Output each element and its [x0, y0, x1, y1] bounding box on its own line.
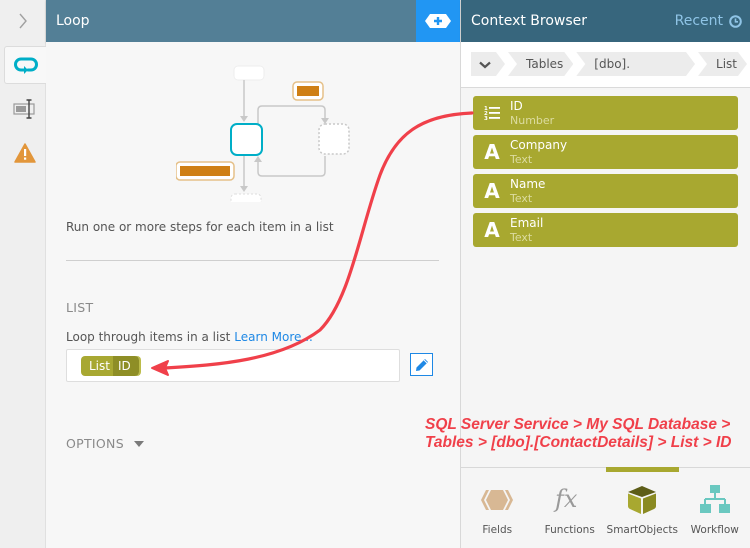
field-list: 1 2 3 ID Number A Company Text A Name Te… — [473, 96, 738, 252]
annotation-path-text: SQL Server Service > My SQL Database > T… — [425, 416, 732, 451]
list-id-token[interactable]: List ID — [81, 356, 139, 376]
field-name: Email — [510, 216, 544, 230]
section-divider — [66, 260, 439, 261]
fx-icon: fx — [553, 485, 578, 513]
breadcrumb: Tables [dbo].[Contact... List — [471, 52, 750, 76]
field-item-id[interactable]: 1 2 3 ID Number — [473, 96, 738, 130]
tab-label: Functions — [544, 524, 595, 536]
rail-tab-loop[interactable] — [4, 46, 47, 84]
rail-tab-input[interactable] — [4, 90, 46, 128]
list-field-label: Loop through items in a list Learn More..… — [66, 330, 313, 344]
field-type: Text — [510, 192, 533, 205]
loop-diagram-illustration — [176, 65, 350, 202]
field-name: ID — [510, 99, 523, 113]
list-section-title: LIST — [66, 300, 94, 315]
loop-panel-header: Loop — [46, 0, 416, 42]
field-type: Text — [510, 153, 533, 166]
list-input[interactable]: List ID — [66, 349, 400, 382]
field-type: Number — [510, 114, 555, 127]
field-item-email[interactable]: A Email Text — [473, 213, 738, 247]
workflow-icon — [699, 485, 730, 513]
loop-icon — [14, 57, 38, 74]
app-root: Loop Run one or more steps for each item… — [0, 0, 750, 548]
breadcrumb-bar: Tables [dbo].[Contact... List — [461, 42, 750, 88]
svg-text:fx: fx — [553, 485, 578, 513]
field-item-company[interactable]: A Company Text — [473, 135, 738, 169]
context-browser-tabs: Fields fx Functions SmartObjects Workflo… — [461, 467, 750, 548]
list-field-label-text: Loop through items in a list — [66, 330, 231, 344]
breadcrumb-item[interactable]: Tables — [508, 52, 573, 76]
tab-fields[interactable]: Fields — [461, 468, 534, 548]
tab-workflow[interactable]: Workflow — [679, 468, 750, 548]
fields-icon — [481, 490, 514, 510]
warning-icon — [14, 143, 36, 163]
tab-smartobjects[interactable]: SmartObjects — [606, 467, 679, 548]
options-toggle[interactable]: OPTIONS — [66, 436, 144, 451]
tab-label: Fields — [482, 524, 513, 536]
recent-label: Recent — [674, 13, 723, 29]
field-name: Name — [510, 177, 546, 191]
recent-button[interactable]: Recent — [675, 0, 742, 42]
context-browser: Context Browser Recent Tables [dbo].[Con… — [460, 0, 750, 548]
edit-list-button[interactable] — [410, 353, 433, 376]
expand-rail-button[interactable] — [0, 0, 46, 42]
clock-icon — [729, 14, 742, 28]
tab-label: SmartObjects — [606, 524, 678, 536]
text-icon: A — [484, 179, 500, 203]
learn-more-link[interactable]: Learn More... — [234, 330, 313, 344]
add-step-button[interactable] — [416, 0, 460, 42]
breadcrumb-dropdown[interactable] — [471, 52, 505, 76]
breadcrumb-item[interactable]: List — [698, 52, 747, 76]
svg-text:3: 3 — [484, 116, 488, 122]
text-icon: A — [484, 140, 500, 164]
loop-panel-body: Run one or more steps for each item in a… — [46, 42, 460, 548]
chevron-right-icon — [19, 13, 27, 29]
field-item-name[interactable]: A Name Text — [473, 174, 738, 208]
loop-description: Run one or more steps for each item in a… — [66, 220, 334, 234]
context-browser-title: Context Browser — [471, 13, 588, 29]
field-name: Company — [510, 138, 568, 152]
pencil-icon — [415, 358, 428, 371]
context-browser-header: Context Browser Recent — [461, 0, 750, 42]
token-source: List — [81, 356, 113, 376]
tab-label: Workflow — [690, 524, 739, 536]
cube-icon — [628, 486, 657, 514]
caret-down-icon — [133, 440, 144, 447]
token-field: ID — [112, 356, 139, 376]
text-icon: A — [484, 218, 500, 242]
tab-functions[interactable]: fx Functions — [534, 468, 607, 548]
breadcrumb-item[interactable]: [dbo].[Contact... — [576, 52, 695, 76]
field-type: Text — [510, 231, 533, 244]
panel-title: Loop — [56, 13, 90, 29]
left-rail — [0, 0, 47, 548]
input-field-icon — [13, 99, 35, 119]
options-label: OPTIONS — [66, 436, 124, 451]
chevron-down-icon — [479, 61, 491, 69]
add-step-icon — [425, 14, 451, 28]
numbered-list-icon: 1 2 3 — [481, 96, 503, 130]
rail-tab-warnings[interactable] — [4, 134, 46, 172]
